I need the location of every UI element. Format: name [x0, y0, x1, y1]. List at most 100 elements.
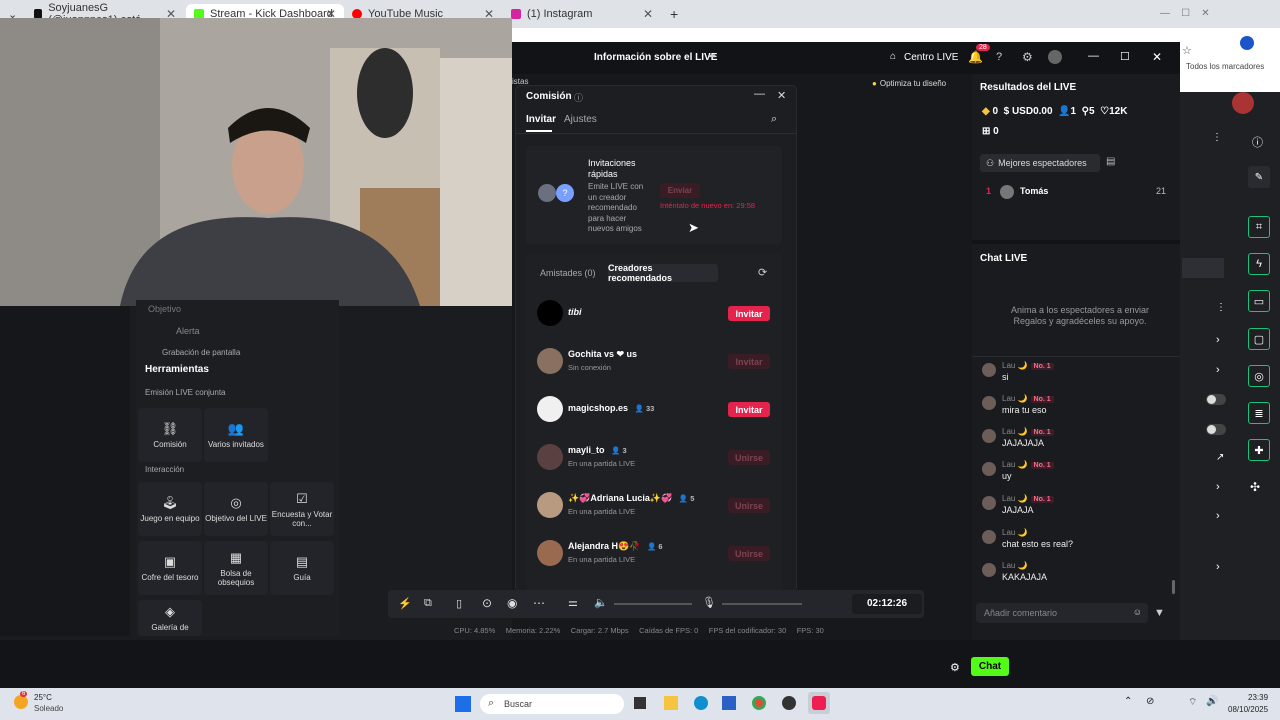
- invite-button[interactable]: Invitar: [728, 354, 770, 369]
- invite-button[interactable]: Invitar: [728, 402, 770, 417]
- volume-slider[interactable]: [614, 603, 692, 605]
- wifi-icon[interactable]: ⌔: [1188, 696, 1197, 709]
- new-tab-button[interactable]: +: [662, 4, 682, 24]
- sliders-icon[interactable]: ⚌: [568, 596, 578, 609]
- chrome-icon[interactable]: [752, 696, 766, 710]
- task-view-icon[interactable]: [634, 697, 646, 709]
- tool-varios-invitados[interactable]: 👥 Varios invitados: [204, 408, 268, 462]
- tool-objetivo-live[interactable]: ◎ Objetivo del LIVE: [204, 482, 268, 536]
- best-viewers-tab[interactable]: ⚇ Mejores espectadores: [980, 154, 1100, 172]
- profile-avatar[interactable]: [1240, 36, 1254, 50]
- help-icon[interactable]: ?: [996, 51, 1002, 63]
- top-viewer-row[interactable]: 1 Tomás 21: [984, 185, 1166, 200]
- refresh-icon[interactable]: ⟳: [758, 266, 767, 279]
- speaker-icon[interactable]: 🔈: [594, 596, 608, 609]
- chat-scrollbar[interactable]: [1172, 580, 1175, 594]
- chevron-right-icon[interactable]: ›: [1216, 481, 1220, 493]
- store-icon[interactable]: [722, 696, 736, 710]
- more-vert-icon[interactable]: ⋮: [1212, 132, 1222, 143]
- list-icon[interactable]: ▤: [1106, 156, 1115, 167]
- toggle-switch[interactable]: [1206, 394, 1226, 405]
- tool-comision[interactable]: ⛓ Comisión: [138, 408, 202, 462]
- chevron-right-icon[interactable]: ›: [1216, 561, 1220, 573]
- windows-start-icon[interactable]: [455, 696, 471, 712]
- optimize-layout-button[interactable]: ● Optimiza tu diseño: [872, 76, 966, 90]
- pencil-icon[interactable]: ✎: [1248, 166, 1270, 188]
- more-vert-icon[interactable]: ⋮: [1216, 302, 1226, 313]
- window-controls[interactable]: — ☐ ✕: [1160, 8, 1210, 19]
- invite-button[interactable]: Invitar: [728, 306, 770, 321]
- maximize-button[interactable]: ☐: [1120, 50, 1130, 63]
- external-link-icon[interactable]: ↗: [1216, 452, 1224, 463]
- filter-icon[interactable]: ▼: [1154, 607, 1165, 619]
- partial-item-alerta[interactable]: Alerta: [176, 326, 200, 336]
- message-icon[interactable]: ▢: [1248, 328, 1270, 350]
- join-button[interactable]: Unirse: [728, 546, 770, 561]
- partial-item-grabacion[interactable]: Grabación de pantalla: [162, 348, 240, 357]
- subtab-creadores[interactable]: Creadores recomendados: [608, 263, 718, 283]
- settings-icon[interactable]: ⚙: [950, 661, 960, 674]
- tool-juego-equipo[interactable]: 🕹 Juego en equipo: [138, 482, 202, 536]
- obs-icon[interactable]: [782, 696, 796, 710]
- tiktok-live-studio-icon[interactable]: [808, 692, 830, 714]
- layout-icon[interactable]: ⧉: [424, 597, 432, 610]
- search-icon[interactable]: ⌕: [771, 113, 777, 126]
- bell-icon[interactable]: 🔔: [968, 50, 983, 64]
- profile-avatar[interactable]: [1048, 50, 1062, 64]
- phone-icon[interactable]: ▯: [456, 597, 462, 610]
- camera-icon[interactable]: ◉: [507, 596, 517, 610]
- scan-icon[interactable]: ⌗: [1248, 216, 1270, 238]
- info-icon[interactable]: ⓘ: [1252, 134, 1263, 150]
- join-button[interactable]: Unirse: [728, 450, 770, 465]
- close-icon[interactable]: ✕: [777, 89, 786, 102]
- taskbar-search[interactable]: ⌕ Buscar: [480, 694, 624, 714]
- tool-encuesta[interactable]: ☑ Encuesta y Votar con...: [270, 482, 334, 536]
- centro-live-link[interactable]: Centro LIVE: [904, 52, 958, 63]
- kick-avatar[interactable]: [1232, 92, 1254, 114]
- bookmarks-label[interactable]: Todos los marcadores: [1186, 62, 1264, 71]
- network-icon[interactable]: ⊘: [1146, 696, 1154, 707]
- star-icon[interactable]: ☆: [1182, 44, 1192, 57]
- magic-wand-icon[interactable]: ⚡: [398, 597, 412, 610]
- chat-send-button[interactable]: Chat: [971, 657, 1009, 676]
- mic-icon[interactable]: 🎙: [702, 596, 716, 609]
- join-button[interactable]: Unirse: [728, 498, 770, 513]
- send-button[interactable]: Enviar: [660, 183, 700, 198]
- minimize-icon[interactable]: —: [754, 88, 765, 100]
- tool-bolsa[interactable]: ▦ Bolsa de obsequios: [204, 541, 268, 595]
- share-icon[interactable]: ➦: [708, 51, 716, 62]
- puzzle-icon[interactable]: ✣: [1250, 480, 1260, 494]
- partial-item-objetivo[interactable]: Objetivo: [148, 304, 181, 314]
- wrench-icon[interactable]: ✚: [1248, 439, 1270, 461]
- chevron-right-icon[interactable]: ›: [1216, 334, 1220, 346]
- more-icon[interactable]: ⋯: [533, 596, 545, 610]
- tab-instagram[interactable]: (1) Instagram ✕: [503, 4, 661, 24]
- tab-ajustes[interactable]: Ajustes: [564, 114, 597, 125]
- volume-icon[interactable]: 🔊: [1206, 696, 1218, 707]
- weather-icon[interactable]: [14, 695, 28, 709]
- emoji-icon[interactable]: ☺: [1133, 607, 1142, 617]
- toggle-switch[interactable]: [1206, 424, 1226, 435]
- file-explorer-icon[interactable]: [664, 696, 678, 710]
- subtab-amistades[interactable]: Amistades (0): [540, 268, 596, 278]
- tab-invitar[interactable]: Invitar: [526, 114, 556, 125]
- tool-galeria[interactable]: ◈ Galería de: [138, 600, 202, 636]
- close-tab-icon[interactable]: ✕: [643, 7, 653, 21]
- record-icon[interactable]: ⊙: [482, 596, 492, 610]
- minimize-button[interactable]: —: [1088, 50, 1099, 62]
- bolt-icon[interactable]: ϟ: [1248, 253, 1270, 275]
- edge-icon[interactable]: [694, 696, 708, 710]
- chevron-up-icon[interactable]: ⌃: [1124, 696, 1132, 707]
- gear-icon[interactable]: ⚙: [1022, 50, 1033, 64]
- tool-guia[interactable]: ▤ Guía: [270, 541, 334, 595]
- comment-input[interactable]: Añadir comentario ☺: [976, 603, 1148, 623]
- clipboard-icon[interactable]: ▭: [1248, 290, 1270, 312]
- help-icon[interactable]: ⓘ: [574, 91, 583, 104]
- live-info-title[interactable]: Información sobre el LIVE: [594, 52, 717, 63]
- broadcast-icon[interactable]: ◎: [1248, 365, 1270, 387]
- chevron-right-icon[interactable]: ›: [1216, 510, 1220, 522]
- stack-icon[interactable]: ≣: [1248, 402, 1270, 424]
- mic-slider[interactable]: [722, 603, 802, 605]
- chevron-right-icon[interactable]: ›: [1216, 364, 1220, 376]
- tool-cofre[interactable]: ▣ Cofre del tesoro: [138, 541, 202, 595]
